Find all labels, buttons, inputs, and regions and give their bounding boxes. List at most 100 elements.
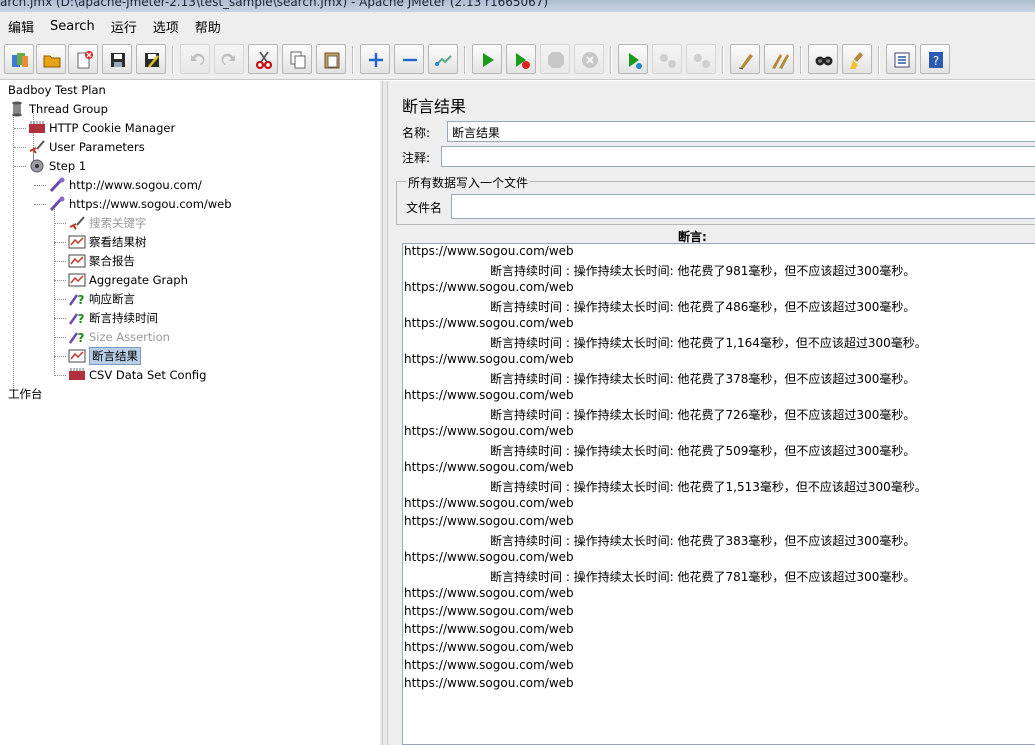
menu-edit[interactable]: 编辑: [6, 15, 36, 38]
test-plan-tree[interactable]: Badboy Test Plan Thread Group HTTP Cookie …: [0, 81, 380, 745]
tree-node[interactable]: CSV Data Set Config: [68, 366, 206, 384]
undo-button[interactable]: [180, 44, 210, 74]
help-button[interactable]: ?: [920, 44, 950, 74]
save-button[interactable]: [102, 44, 132, 74]
tree-node-label: 响应断言: [89, 292, 135, 306]
tree-node-label: 搜索关键字: [89, 216, 147, 230]
tree-node[interactable]: HTTP Cookie Manager: [28, 119, 175, 137]
tree-node[interactable]: https://www.sogou.com/web: [48, 195, 232, 213]
preproc-icon: [68, 215, 86, 231]
tree-connector: [34, 185, 46, 186]
remote-stop-button[interactable]: [652, 44, 682, 74]
assertion-message: 断言持续时间 : 操作持续太长时间: 他花费了378毫秒，但不应该超过300毫秒…: [490, 372, 916, 386]
assertion-message: 断言持续时间 : 操作持续太长时间: 他花费了726毫秒，但不应该超过300毫秒…: [490, 408, 916, 422]
toolbar-separator: [800, 46, 802, 74]
menu-options[interactable]: 选项: [151, 15, 181, 38]
remote-start-button[interactable]: [618, 44, 648, 74]
start-no-pause-button[interactable]: [506, 44, 536, 74]
listener-icon: [68, 272, 86, 288]
redo-button[interactable]: [214, 44, 244, 74]
group-title: 所有数据写入一个文件: [406, 174, 531, 191]
tree-node[interactable]: Thread Group: [8, 100, 108, 118]
tree-connector: [54, 318, 66, 319]
assertion-icon: ?: [68, 291, 86, 307]
reset-search-button[interactable]: [842, 44, 872, 74]
tree-node-label: http://www.sogou.com/: [69, 178, 202, 192]
tree-node[interactable]: Badboy Test Plan: [8, 81, 106, 99]
svg-text:?: ?: [78, 312, 85, 326]
tree-node-label: 聚合报告: [89, 254, 135, 268]
comment-field[interactable]: [441, 146, 1035, 167]
stop-button[interactable]: [540, 44, 570, 74]
toolbar-separator: [878, 46, 880, 74]
listener-icon: [68, 253, 86, 269]
tree-node[interactable]: ? 断言持续时间: [68, 309, 158, 327]
tree-node[interactable]: User Parameters: [28, 138, 145, 156]
assertion-message: 断言持续时间 : 操作持续太长时间: 他花费了1,164毫秒，但不应该超过300…: [490, 336, 927, 350]
tree-node[interactable]: ? Size Assertion: [68, 328, 170, 346]
toolbar-separator: [172, 46, 174, 74]
save-as-button[interactable]: [136, 44, 166, 74]
tree-node-label: Thread Group: [29, 102, 108, 116]
menu-bar: 编辑 Search 运行 选项 帮助: [0, 12, 1035, 40]
assertion-results-text[interactable]: https://www.sogou.com/web 断言持续时间 : 操作持续太长…: [402, 243, 1035, 745]
toolbar-separator: [610, 46, 612, 74]
split-pane-divider[interactable]: [380, 81, 388, 745]
tree-connector: [54, 299, 66, 300]
menu-run[interactable]: 运行: [109, 15, 139, 38]
window-title: arch.jmx (D:\apache-jmeter-2.13\test_sam…: [0, 0, 549, 9]
result-sample-url: https://www.sogou.com/web: [404, 676, 574, 690]
tree-connector: [54, 337, 66, 338]
tree-node[interactable]: ? 响应断言: [68, 290, 135, 308]
search-button[interactable]: [808, 44, 838, 74]
clear-button[interactable]: [730, 44, 760, 74]
result-sample-url: https://www.sogou.com/web: [404, 514, 574, 528]
tree-node[interactable]: Aggregate Graph: [68, 271, 188, 289]
toolbar: ?: [0, 40, 1035, 80]
assertion-icon: ?: [68, 310, 86, 326]
tree-connector: [54, 375, 66, 376]
remote-exit-button[interactable]: [686, 44, 716, 74]
function-helper-button[interactable]: [886, 44, 916, 74]
templates-button[interactable]: [4, 44, 34, 74]
filename-field[interactable]: [451, 194, 1035, 219]
panel-title: 断言结果: [402, 97, 467, 116]
svg-text:?: ?: [933, 54, 939, 68]
toolbar-separator: [464, 46, 466, 74]
shutdown-button[interactable]: [574, 44, 604, 74]
menu-search[interactable]: Search: [48, 17, 97, 36]
tree-node-label: Aggregate Graph: [89, 273, 188, 287]
start-button[interactable]: [472, 44, 502, 74]
tree-node[interactable]: 搜索关键字: [68, 214, 147, 232]
collapse-button[interactable]: [394, 44, 424, 74]
toggle-button[interactable]: [428, 44, 458, 74]
tree-node-label: User Parameters: [49, 140, 145, 154]
sampler-icon: [48, 196, 66, 212]
close-file-button[interactable]: [68, 44, 98, 74]
expand-button[interactable]: [360, 44, 390, 74]
tree-node[interactable]: http://www.sogou.com/: [48, 176, 202, 194]
toolbar-separator: [352, 46, 354, 74]
tree-node[interactable]: 断言结果: [68, 347, 141, 365]
result-sample-url: https://www.sogou.com/web: [404, 352, 574, 366]
tree-node-label: HTTP Cookie Manager: [49, 121, 176, 135]
name-field[interactable]: 断言结果: [447, 121, 1035, 142]
menu-help[interactable]: 帮助: [193, 15, 223, 38]
tree-node[interactable]: 工作台: [8, 385, 43, 403]
tree-node[interactable]: Step 1: [28, 157, 86, 175]
tree-node-label: https://www.sogou.com/web: [69, 197, 232, 211]
tree-connector: [54, 242, 66, 243]
svg-text:?: ?: [78, 293, 85, 307]
open-button[interactable]: [36, 44, 66, 74]
paste-button[interactable]: [316, 44, 346, 74]
tree-node-label: CSV Data Set Config: [89, 368, 207, 382]
tree-connector: [14, 128, 26, 129]
result-sample-url: https://www.sogou.com/web: [404, 550, 574, 564]
copy-button[interactable]: [282, 44, 312, 74]
cut-button[interactable]: [248, 44, 278, 74]
tree-node[interactable]: 聚合报告: [68, 252, 135, 270]
name-label: 名称:: [402, 125, 431, 140]
config-icon: [28, 120, 46, 136]
tree-node[interactable]: 察看结果树: [68, 233, 147, 251]
clear-all-button[interactable]: [764, 44, 794, 74]
